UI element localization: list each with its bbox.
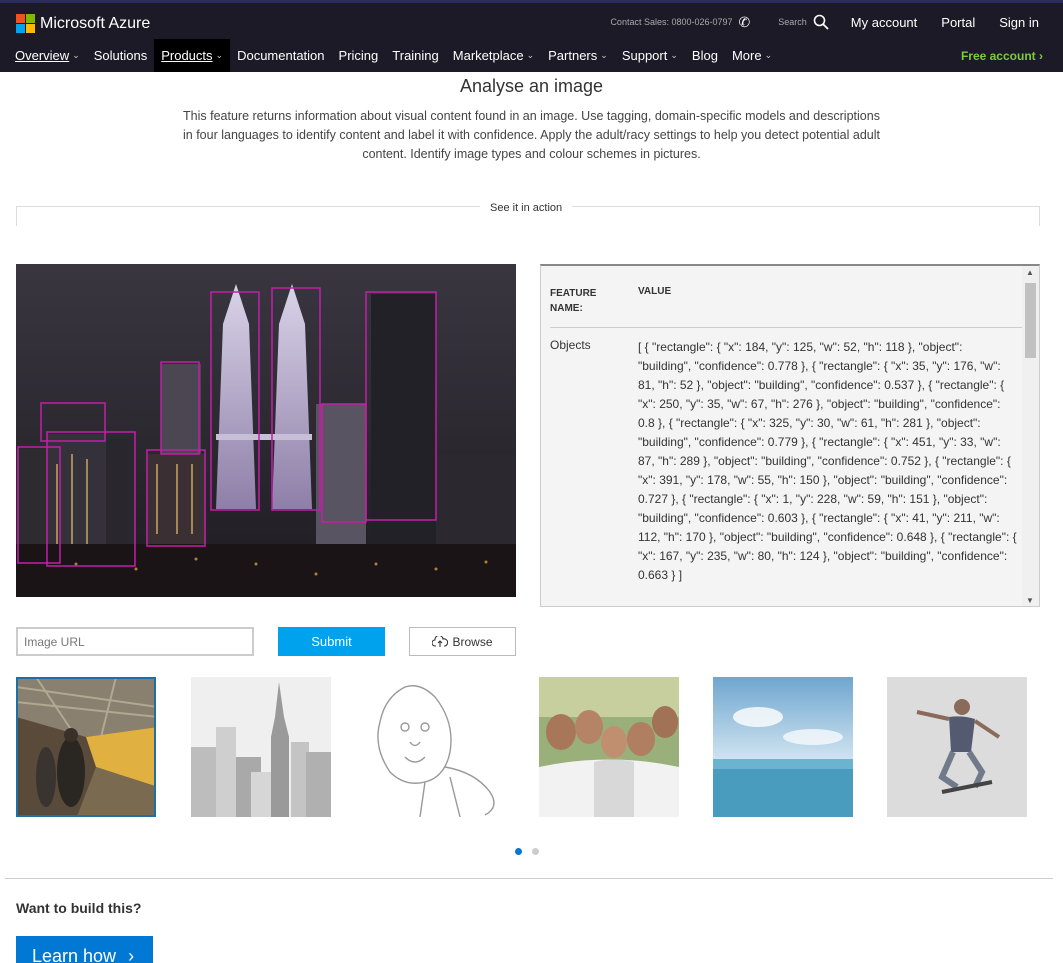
nav-label: Pricing <box>338 48 379 63</box>
nav-training[interactable]: Training <box>385 39 445 72</box>
my-account-link[interactable]: My account <box>851 15 917 30</box>
nav-label: Documentation <box>237 48 325 63</box>
analyzed-image <box>16 264 516 597</box>
learn-how-button[interactable]: Learn how › <box>16 936 153 963</box>
scroll-down-icon[interactable]: ▼ <box>1026 596 1034 605</box>
nav-solutions[interactable]: Solutions <box>87 39 154 72</box>
sample-thumbnail-ocean[interactable] <box>713 677 853 817</box>
nav-overview[interactable]: Overview ⌄ <box>8 39 87 72</box>
chevron-down-icon: ⌄ <box>600 50 608 60</box>
contact-sales: Contact Sales: 0800-026-0797 <box>610 17 733 27</box>
scrollbar-thumb[interactable] <box>1025 283 1036 358</box>
section-label: See it in action <box>480 202 573 214</box>
nav-documentation[interactable]: Documentation <box>230 39 331 72</box>
chevron-right-icon: › <box>128 945 135 963</box>
carousel-pagination <box>515 848 539 855</box>
learn-how-label: Learn how <box>32 945 117 963</box>
chevron-down-icon: ⌄ <box>72 50 80 60</box>
feature-name-header: FEATURE NAME: <box>550 288 597 314</box>
search-icon[interactable] <box>813 14 829 30</box>
nav-label: Products <box>161 48 213 63</box>
nav-marketplace[interactable]: Marketplace ⌄ <box>446 39 541 72</box>
sample-thumbnail-family[interactable] <box>539 677 679 817</box>
scroll-up-icon[interactable]: ▲ <box>1026 268 1034 277</box>
feature-name-cell: Objects <box>550 338 591 352</box>
nav-label: Training <box>392 48 439 63</box>
value-header: VALUE <box>638 286 672 297</box>
chevron-down-icon: ⌄ <box>670 50 678 60</box>
nav-label: Partners <box>548 48 598 63</box>
page-description: This feature returns information about v… <box>183 109 880 161</box>
brand[interactable]: Microsoft Azure <box>16 14 150 33</box>
chevron-down-icon: ⌄ <box>215 50 224 60</box>
carousel-dot[interactable] <box>532 848 539 855</box>
sample-thumbnail-skateboarder[interactable] <box>887 677 1027 817</box>
section-separator <box>5 878 1053 879</box>
free-account-link[interactable]: Free account › <box>961 49 1043 63</box>
site-header: Microsoft Azure Contact Sales: 0800-026-… <box>0 0 1063 72</box>
chevron-right-icon: › <box>1039 49 1043 63</box>
search-label[interactable]: Search <box>778 17 807 27</box>
page-title: Analyse an image <box>459 76 604 96</box>
nav-partners[interactable]: Partners ⌄ <box>541 39 615 72</box>
results-scrollbar[interactable]: ▲ ▼ <box>1022 266 1039 606</box>
portal-link[interactable]: Portal <box>941 15 975 30</box>
nav-blog[interactable]: Blog <box>685 39 725 72</box>
build-heading: Want to build this? <box>16 900 142 916</box>
results-header: FEATURE NAME: VALUE <box>550 286 1022 328</box>
nav-support[interactable]: Support ⌄ <box>615 39 685 72</box>
main-nav: Overview ⌄ Solutions Products ⌄ Documentat… <box>8 39 779 72</box>
browse-label: Browse <box>452 634 493 649</box>
nav-more[interactable]: More ⌄ <box>725 39 779 72</box>
results-panel[interactable]: FEATURE NAME: VALUE Objects [ { "rectang… <box>540 264 1040 607</box>
cloud-upload-icon <box>432 635 449 647</box>
sample-thumbnail-city[interactable] <box>191 677 331 817</box>
chevron-down-icon: ⌄ <box>526 50 535 60</box>
nav-pricing[interactable]: Pricing <box>332 39 386 72</box>
nav-label: Overview <box>15 48 70 63</box>
submit-button[interactable]: Submit <box>278 627 385 656</box>
microsoft-logo-icon <box>16 14 35 33</box>
nav-label: Marketplace <box>452 48 524 63</box>
nav-label: Support <box>621 48 668 63</box>
image-url-input[interactable] <box>16 627 254 656</box>
brand-name: Microsoft Azure <box>40 14 151 32</box>
sample-thumbnail-subway[interactable] <box>16 677 156 817</box>
chevron-down-icon: ⌄ <box>764 50 773 60</box>
nav-products[interactable]: Products ⌄ <box>154 39 231 72</box>
sign-in-link[interactable]: Sign in <box>999 15 1039 30</box>
sample-thumbnail-lion-drawing[interactable] <box>365 677 505 817</box>
nav-label: More <box>731 48 762 63</box>
feature-value-cell: [ { "rectangle": { "x": 184, "y": 125, "… <box>638 340 1017 582</box>
nav-label: Solutions <box>93 48 148 63</box>
carousel-dot[interactable] <box>515 848 522 855</box>
free-account-label: Free account <box>960 49 1036 63</box>
top-links: Contact Sales: 0800-026-0797 ✆ Search My… <box>610 3 1063 41</box>
browse-button[interactable]: Browse <box>409 627 516 656</box>
phone-icon[interactable]: ✆ <box>739 14 751 31</box>
nav-label: Blog <box>691 48 718 63</box>
